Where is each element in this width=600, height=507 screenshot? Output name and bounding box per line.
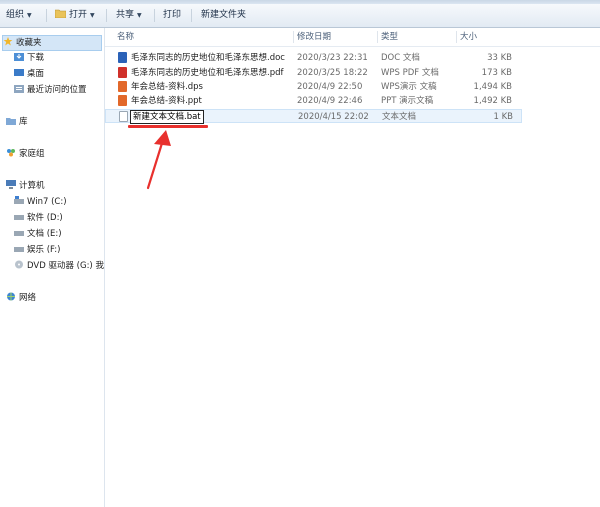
nav-downloads-label: 下载 [27,53,45,63]
rename-input[interactable]: 新建文本文档.bat [130,110,204,124]
nav-favorites[interactable]: 收藏夹 [2,35,102,51]
computer-icon [6,180,16,189]
nav-drive-d[interactable]: 软件 (D:) [14,211,63,225]
file-row[interactable]: 毛泽东同志的历史地位和毛泽东思想.pdf 2020/3/25 18:22 WPS… [105,66,520,80]
homegroup-icon [6,148,16,157]
chevron-down-icon: ▼ [27,12,32,19]
column-headers: 名称 修改日期 类型 大小 [105,28,600,47]
nav-computer-label: 计算机 [19,181,45,191]
column-header-date[interactable]: 修改日期 [293,28,377,46]
pointer-arrow-icon [146,130,171,190]
nav-computer[interactable]: 计算机 [6,179,45,193]
nav-drive-g[interactable]: DVD 驱动器 (G:) 我 [14,259,104,273]
command-bar: 组织 ▼ 打开 ▼ 共享 ▼ 打印 新建文件夹 [0,4,600,28]
column-header-type[interactable]: 类型 [377,28,461,46]
file-type: WPS演示 文稿 [381,82,437,92]
open-label: 打开 [69,10,88,20]
file-date: 2020/3/23 22:31 [297,53,368,63]
nav-libraries-label: 库 [19,117,28,127]
file-size: 33 KB [487,53,512,63]
dps-file-icon [118,81,127,92]
file-size: 1,494 KB [473,82,512,92]
new-folder-label: 新建文件夹 [201,10,247,20]
drive-icon [14,228,24,237]
text-file-icon [119,111,128,122]
nav-homegroup[interactable]: 家庭组 [6,147,45,161]
nav-recent-label: 最近访问的位置 [27,85,87,95]
file-date: 2020/4/9 22:46 [297,96,363,106]
toolbar-separator [106,9,107,22]
nav-drive-f-label: 娱乐 (F:) [27,245,61,255]
pdf-file-icon [118,67,127,78]
nav-downloads[interactable]: 下载 [14,51,44,65]
print-label: 打印 [163,10,182,20]
nav-drive-c[interactable]: Win7 (C:) [14,195,67,209]
file-type: PPT 演示文稿 [381,96,434,106]
dvd-drive-icon [14,260,24,269]
library-icon [6,116,16,125]
nav-favorites-label: 收藏夹 [16,38,42,48]
nav-homegroup-label: 家庭组 [19,149,45,159]
nav-drive-g-label: DVD 驱动器 (G:) 我 [27,261,104,271]
drive-icon [14,212,24,221]
toolbar-separator [191,9,192,22]
file-date: 2020/4/9 22:50 [297,82,363,92]
folder-open-icon [54,9,67,19]
nav-drive-c-label: Win7 (C:) [27,197,67,207]
nav-drive-e-label: 文档 (E:) [27,229,62,239]
nav-desktop[interactable]: 桌面 [14,67,44,81]
file-type: 文本文档 [382,112,417,122]
file-type: DOC 文档 [381,53,420,63]
doc-file-icon [118,52,127,63]
organize-label: 组织 [6,10,25,20]
file-name: 年会总结-资料.dps [131,82,203,92]
file-size: 1 KB [493,112,513,122]
nav-libraries[interactable]: 库 [6,115,28,129]
column-date-label: 修改日期 [297,32,332,42]
file-row-editing[interactable]: 新建文本文档.bat 2020/4/15 22:02 文本文档 1 KB [105,109,522,124]
star-icon [3,37,13,46]
file-name: 年会总结-资料.ppt [131,96,202,106]
nav-desktop-label: 桌面 [27,69,45,79]
file-row[interactable]: 年会总结-资料.dps 2020/4/9 22:50 WPS演示 文稿 1,49… [105,80,520,94]
file-name: 毛泽东同志的历史地位和毛泽东思想.doc [131,53,285,63]
ppt-file-icon [118,95,127,106]
share-button[interactable]: 共享 ▼ [116,8,142,23]
file-type: WPS PDF 文档 [381,68,439,78]
print-button[interactable]: 打印 [163,8,181,23]
nav-drive-d-label: 软件 (D:) [27,213,63,223]
file-size: 1,492 KB [473,96,512,106]
column-header-name[interactable]: 名称 [113,28,297,46]
new-folder-button[interactable]: 新建文件夹 [201,8,246,23]
file-size: 173 KB [481,68,512,78]
navigation-pane: 收藏夹 下载 桌面 最近访问的位置 库 家庭组 计算机 Win7 (C:) 软件… [0,28,105,507]
nav-recent[interactable]: 最近访问的位置 [14,83,87,97]
downloads-icon [14,52,24,61]
network-icon [6,292,16,301]
toolbar-separator [154,9,155,22]
file-row[interactable]: 毛泽东同志的历史地位和毛泽东思想.doc 2020/3/23 22:31 DOC… [105,51,520,65]
file-date: 2020/4/15 22:02 [298,112,369,122]
file-row[interactable]: 年会总结-资料.ppt 2020/4/9 22:46 PPT 演示文稿 1,49… [105,94,520,108]
column-type-label: 类型 [381,32,399,42]
file-date: 2020/3/25 18:22 [297,68,368,78]
chevron-down-icon: ▼ [137,12,142,19]
column-header-size[interactable]: 大小 [456,28,520,46]
column-size-label: 大小 [460,32,478,42]
nav-drive-f[interactable]: 娱乐 (F:) [14,243,60,257]
share-label: 共享 [116,10,135,20]
file-name: 毛泽东同志的历史地位和毛泽东思想.pdf [131,68,284,78]
toolbar-separator [46,9,47,22]
column-name-label: 名称 [117,32,135,42]
nav-network[interactable]: 网络 [6,291,36,305]
nav-network-label: 网络 [19,293,37,303]
desktop-icon [14,68,24,77]
system-drive-icon [14,196,24,205]
recent-places-icon [14,84,24,93]
organize-button[interactable]: 组织 ▼ [6,8,32,23]
open-button[interactable]: 打开 ▼ [54,8,95,23]
drive-icon [14,244,24,253]
chevron-down-icon: ▼ [90,12,95,19]
nav-drive-e[interactable]: 文档 (E:) [14,227,62,241]
